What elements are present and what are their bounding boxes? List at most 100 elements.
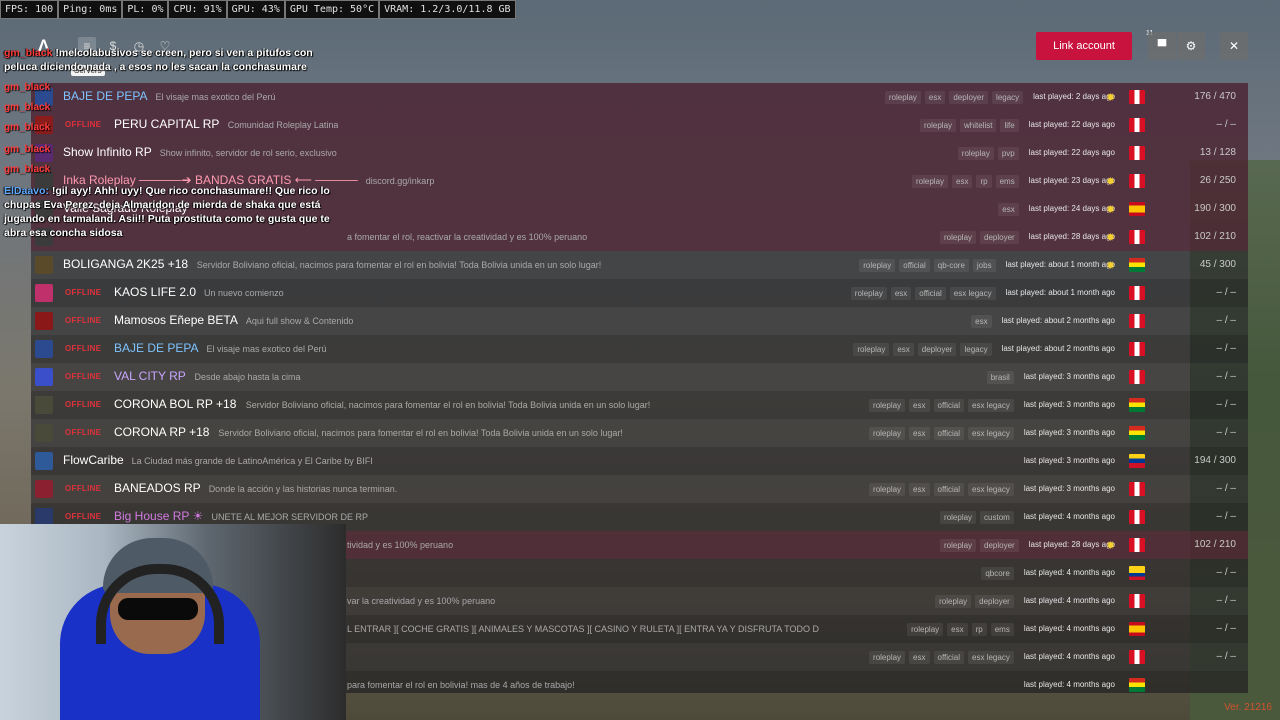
server-tag[interactable]: official xyxy=(933,399,965,412)
server-row[interactable]: OFFLINE BANEADOS RP Donde la acción y las … xyxy=(31,475,1248,503)
server-tag[interactable]: roleplay xyxy=(869,483,906,496)
server-tag[interactable]: esx legacy xyxy=(968,399,1014,412)
server-tag[interactable]: official xyxy=(933,651,965,664)
server-tag[interactable]: life xyxy=(1000,119,1019,132)
server-tag[interactable]: rp xyxy=(976,175,992,188)
server-tags: roleplay pvp xyxy=(954,147,1019,160)
server-tag[interactable]: official xyxy=(899,259,930,272)
country-flag-icon xyxy=(1129,510,1145,524)
server-row[interactable]: OFFLINE PERU CAPITAL RP Comunidad Roleplay… xyxy=(31,111,1248,139)
server-tags: roleplay custom xyxy=(936,511,1014,524)
server-tag[interactable]: roleplay xyxy=(869,651,906,664)
version-label: Ver. 21216 xyxy=(1224,702,1272,713)
server-row[interactable]: OFFLINE VAL CITY RP Desde abajo hasta la c… xyxy=(31,363,1248,391)
player-count: – / – xyxy=(1216,567,1236,578)
server-tags: roleplay esx official esx legacy xyxy=(865,483,1014,496)
server-tags: roleplay deployer xyxy=(931,595,1014,608)
server-tag[interactable]: esx legacy xyxy=(968,651,1014,664)
server-tag[interactable]: roleplay xyxy=(850,287,887,300)
server-tag[interactable]: esx xyxy=(924,91,946,104)
server-tag[interactable]: ems xyxy=(995,175,1019,188)
server-tag[interactable]: pvp xyxy=(997,147,1019,160)
server-tag[interactable]: official xyxy=(933,427,965,440)
server-description: Donde la acción y las historias nunca te… xyxy=(208,484,398,494)
server-tag[interactable]: deployer xyxy=(917,343,957,356)
server-tag[interactable]: rp xyxy=(971,623,987,636)
server-tag[interactable]: deployer xyxy=(980,231,1019,244)
server-row[interactable]: BAJE DE PEPA El visaje mas exotico del Pe… xyxy=(31,83,1248,111)
server-tag[interactable]: esx xyxy=(893,343,914,356)
server-tag[interactable]: esx xyxy=(952,175,973,188)
perf-stat: Ping: 0ms xyxy=(58,0,123,19)
server-tag[interactable]: roleplay xyxy=(853,343,890,356)
server-description: discord.gg/inkarp xyxy=(365,176,435,186)
server-tag[interactable]: roleplay xyxy=(859,259,896,272)
link-account-button[interactable]: Link account xyxy=(1036,32,1132,60)
server-row[interactable]: BOLIGANGA 2K25 +18 Servidor Boliviano ofi… xyxy=(31,251,1248,279)
server-tag[interactable]: esx legacy xyxy=(968,427,1014,440)
server-tag[interactable]: esx xyxy=(909,651,930,664)
player-count: – / – xyxy=(1216,399,1236,410)
last-played: last played: 28 days ago xyxy=(1028,540,1115,549)
close-button[interactable]: ✕ xyxy=(1220,32,1248,60)
server-tag[interactable]: esx xyxy=(998,203,1019,216)
server-tag[interactable]: deployer xyxy=(975,595,1014,608)
server-tags: roleplay esx deployer legacy xyxy=(881,91,1024,104)
country-flag-icon xyxy=(1129,398,1145,412)
server-tag[interactable]: qb-core xyxy=(933,259,969,272)
offline-badge: OFFLINE xyxy=(65,428,102,437)
chat-username: gm_black xyxy=(4,47,53,59)
player-count: – / – xyxy=(1216,371,1236,382)
server-row[interactable]: OFFLINE Mamosos Eñepe BETA Aqui full show … xyxy=(31,307,1248,335)
server-tag[interactable]: deployer xyxy=(980,539,1019,552)
server-tag[interactable]: official xyxy=(933,483,965,496)
performance-overlay: FPS: 100 Ping: 0ms PL: 0% CPU: 91% GPU: 43% G… xyxy=(0,0,516,20)
server-tag[interactable]: roleplay xyxy=(920,119,957,132)
server-tag[interactable]: deployer xyxy=(949,91,989,104)
server-tag[interactable]: qbcore xyxy=(981,567,1014,580)
server-tag[interactable]: custom xyxy=(980,511,1014,524)
server-tag[interactable]: roleplay xyxy=(869,399,906,412)
server-tag[interactable]: esx xyxy=(909,399,930,412)
server-row[interactable]: FlowCaribe La Ciudad más grande de Latino… xyxy=(31,447,1248,475)
server-tag[interactable]: esx legacy xyxy=(968,483,1014,496)
settings-button[interactable]: ⚙ xyxy=(1177,32,1205,60)
country-flag-icon xyxy=(1129,370,1145,384)
server-tag[interactable]: roleplay xyxy=(940,511,977,524)
server-tag[interactable]: brasil xyxy=(986,371,1014,384)
server-tag[interactable]: roleplay xyxy=(940,539,977,552)
server-tag[interactable]: roleplay xyxy=(935,595,972,608)
server-tag[interactable]: esx xyxy=(971,315,992,328)
last-played: last played: 3 months ago xyxy=(1023,456,1115,465)
server-tag[interactable]: ems xyxy=(990,623,1014,636)
server-row[interactable]: OFFLINE KAOS LIFE 2.0 Un nuevo comienzo las… xyxy=(31,279,1248,307)
server-tags: roleplay esx rp ems xyxy=(903,623,1014,636)
server-row[interactable]: OFFLINE BAJE DE PEPA El visaje mas exotico… xyxy=(31,335,1248,363)
server-tags: roleplay esx deployer legacy xyxy=(849,343,992,356)
server-tag[interactable]: roleplay xyxy=(869,427,906,440)
server-tag[interactable]: esx xyxy=(890,287,912,300)
server-row[interactable]: OFFLINE CORONA RP +18 Servidor Boliviano o… xyxy=(31,419,1248,447)
server-tag[interactable]: roleplay xyxy=(940,231,977,244)
last-played: last played: about 1 month ago xyxy=(1005,288,1115,297)
server-tag[interactable]: roleplay xyxy=(912,175,949,188)
server-tag[interactable]: jobs xyxy=(972,259,996,272)
gear-icon: ⚙ xyxy=(1185,39,1197,53)
tools-button[interactable]: ▀ xyxy=(1148,32,1176,60)
server-row[interactable]: Show Infinito RP Show infinito, servidor … xyxy=(31,139,1248,167)
server-tag[interactable]: esx xyxy=(947,623,968,636)
server-tag[interactable]: official xyxy=(915,287,946,300)
last-played: last played: 28 days ago xyxy=(1028,232,1115,241)
chat-username: ElDaavo: xyxy=(4,185,49,197)
server-tag[interactable]: esx legacy xyxy=(949,287,996,300)
server-tag[interactable]: legacy xyxy=(960,343,992,356)
server-tag[interactable]: roleplay xyxy=(957,147,994,160)
server-tag[interactable]: esx xyxy=(909,483,930,496)
server-tag[interactable]: roleplay xyxy=(907,623,944,636)
server-tag[interactable]: esx xyxy=(909,427,930,440)
last-played: last played: 4 months ago xyxy=(1023,596,1115,605)
server-tag[interactable]: legacy xyxy=(992,91,1024,104)
server-tag[interactable]: roleplay xyxy=(884,91,921,104)
server-row[interactable]: OFFLINE CORONA BOL RP +18 Servidor Bolivia… xyxy=(31,391,1248,419)
server-tag[interactable]: whitelist xyxy=(960,119,997,132)
